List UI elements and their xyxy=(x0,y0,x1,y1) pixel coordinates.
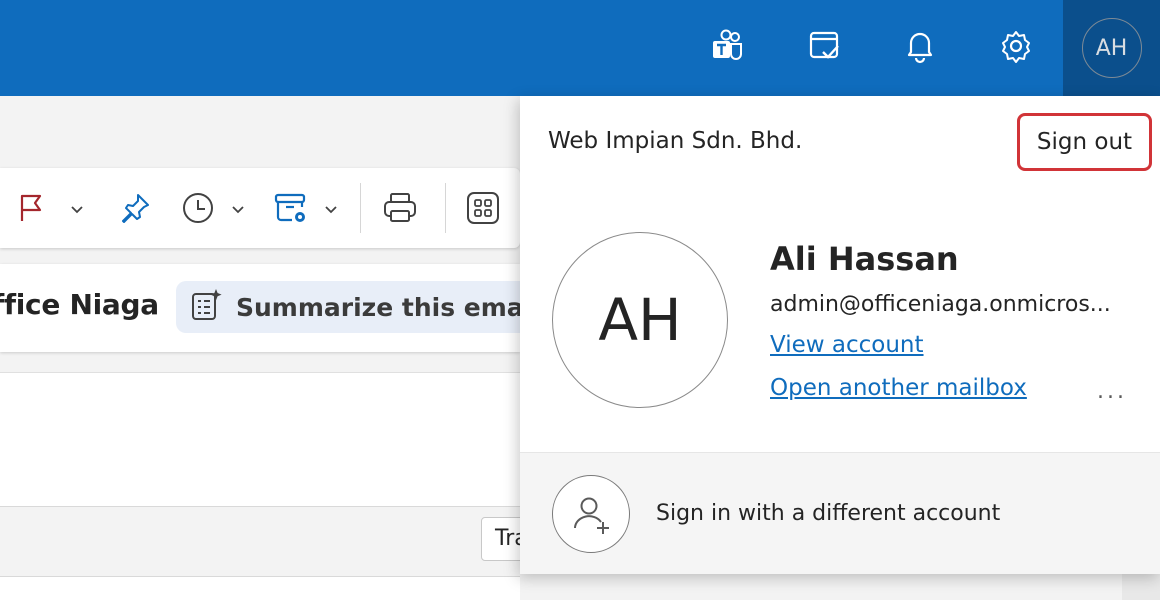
message-body-continued xyxy=(0,576,520,600)
more-options-button[interactable]: ... xyxy=(1092,376,1132,406)
toolbar-divider xyxy=(360,183,361,233)
summarize-email-button[interactable]: Summarize this email xyxy=(176,281,541,333)
scrollbar-track[interactable] xyxy=(1122,574,1160,600)
rules-chevron-down-icon[interactable] xyxy=(321,199,341,219)
todo-icon[interactable] xyxy=(805,26,845,66)
print-icon[interactable] xyxy=(382,190,418,226)
gear-icon[interactable] xyxy=(996,26,1036,66)
message-body xyxy=(0,372,520,506)
apps-icon[interactable] xyxy=(465,190,501,226)
teams-icon[interactable] xyxy=(708,26,748,66)
flag-icon[interactable] xyxy=(14,190,50,226)
message-footer-bar xyxy=(0,506,520,576)
copilot-summary-icon xyxy=(190,288,224,326)
sender-name: ffice Niaga xyxy=(0,288,159,321)
flag-chevron-down-icon[interactable] xyxy=(67,199,87,219)
sign-out-button[interactable]: Sign out xyxy=(1017,113,1152,171)
account-email: admin@officeniaga.onmicros... xyxy=(770,292,1111,317)
sign-in-different-account-row[interactable]: Sign in with a different account xyxy=(520,452,1160,574)
avatar: AH xyxy=(1081,18,1142,78)
summarize-email-label: Summarize this email xyxy=(236,292,541,322)
account-flyout: Web Impian Sdn. Bhd. Sign out AH Ali Has… xyxy=(520,96,1160,574)
snooze-chevron-down-icon[interactable] xyxy=(228,199,248,219)
account-manager-button[interactable]: AH xyxy=(1063,0,1160,96)
toolbar-divider xyxy=(445,183,446,233)
add-person-icon xyxy=(552,475,630,553)
view-account-link[interactable]: View account xyxy=(770,332,924,358)
account-avatar[interactable]: AH xyxy=(552,232,728,408)
organization-name: Web Impian Sdn. Bhd. xyxy=(548,128,803,154)
bell-icon[interactable] xyxy=(900,26,940,66)
top-bar: AH xyxy=(0,0,1160,96)
account-name: Ali Hassan xyxy=(770,240,959,278)
sign-in-different-account-label: Sign in with a different account xyxy=(656,501,1001,526)
clock-icon[interactable] xyxy=(180,190,216,226)
open-another-mailbox-link[interactable]: Open another mailbox xyxy=(770,375,1027,401)
pin-icon[interactable] xyxy=(117,190,153,226)
archive-rules-icon[interactable] xyxy=(273,190,309,226)
